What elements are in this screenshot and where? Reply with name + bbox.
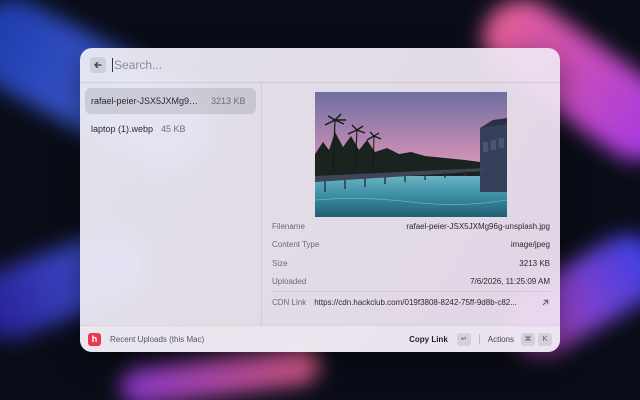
metadata-row-cdn-link[interactable]: CDN Link https://cdn.hackclub.com/019f38… — [272, 291, 550, 313]
file-size: 45 KB — [161, 124, 186, 134]
search-bar — [80, 48, 560, 83]
metadata-value: rafael-peier-JSX5JXMg96g-unsplash.jpg — [406, 221, 550, 231]
metadata-row-size: Size 3213 KB — [272, 254, 550, 273]
file-name: rafael-peier-JSX5JXMg96g-unsplash.jpg — [91, 96, 203, 106]
preview-image — [315, 92, 507, 217]
metadata-value: 3213 KB — [519, 258, 550, 268]
metadata-row-uploaded: Uploaded 7/6/2026, 11:25:09 AM — [272, 273, 550, 292]
metadata-label: Uploaded — [272, 277, 307, 287]
back-button[interactable] — [90, 57, 106, 73]
return-key-hint: ↵ — [456, 332, 471, 346]
list-item[interactable]: rafael-peier-JSX5JXMg96g-unsplash.jpg 32… — [85, 88, 256, 114]
file-metadata: Filename rafael-peier-JSX5JXMg96g-unspla… — [262, 217, 560, 325]
upload-list: rafael-peier-JSX5JXMg96g-unsplash.jpg 32… — [80, 83, 262, 325]
search-input[interactable] — [112, 58, 550, 72]
action-bar: h Recent Uploads (this Mac) Copy Link ↵ … — [80, 325, 560, 352]
metadata-label: Size — [272, 258, 288, 268]
cdn-link-url[interactable]: https://cdn.hackclub.com/019f3808-8242-7… — [314, 298, 535, 307]
metadata-label: Filename — [272, 221, 305, 231]
image-preview — [262, 83, 560, 217]
metadata-value: image/jpeg — [510, 240, 550, 250]
metadata-value: 7/6/2026, 11:25:09 AM — [470, 277, 550, 287]
divider — [478, 334, 480, 344]
metadata-label: CDN Link — [272, 298, 307, 307]
file-size: 3213 KB — [211, 96, 246, 106]
metadata-row-filename: Filename rafael-peier-JSX5JXMg96g-unspla… — [272, 217, 550, 236]
arrow-left-icon — [94, 61, 102, 69]
source-label: Recent Uploads (this Mac) — [110, 334, 205, 344]
arrow-up-right-icon[interactable] — [541, 298, 550, 307]
detail-pane: Filename rafael-peier-JSX5JXMg96g-unspla… — [262, 83, 560, 325]
metadata-row-content-type: Content Type image/jpeg — [272, 236, 550, 255]
actions-button[interactable]: Actions — [488, 335, 514, 344]
metadata-label: Content Type — [272, 240, 320, 250]
app-logo-icon: h — [88, 332, 101, 346]
launcher-window: rafael-peier-JSX5JXMg96g-unsplash.jpg 32… — [80, 48, 560, 352]
list-item[interactable]: laptop (1).webp 45 KB — [85, 116, 256, 142]
k-key-hint: K — [538, 332, 552, 346]
command-key-hint: ⌘ — [521, 332, 535, 346]
copy-link-button[interactable]: Copy Link — [409, 335, 448, 344]
file-name: laptop (1).webp — [91, 124, 154, 134]
